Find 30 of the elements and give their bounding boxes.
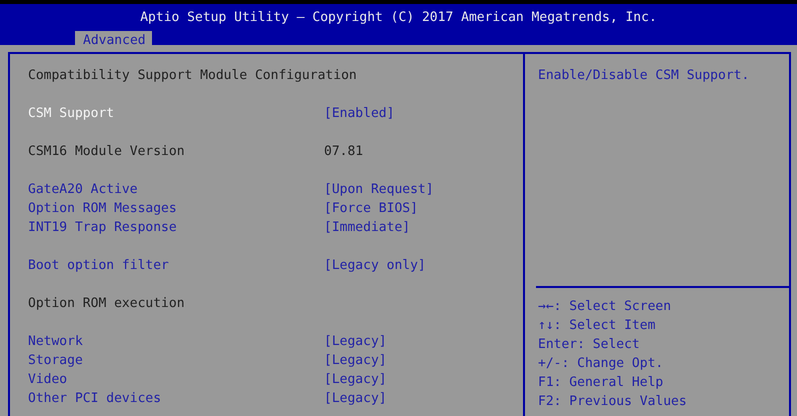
setting-label[interactable]: GateA20 Active (28, 180, 324, 199)
key-hint: F2: Previous Values (538, 393, 688, 411)
setting-label[interactable]: Network (28, 332, 324, 351)
setting-label[interactable]: INT19 Trap Response (28, 218, 324, 237)
help-description: Enable/Disable CSM Support. (538, 67, 750, 85)
setting-label[interactable]: Video (28, 370, 324, 389)
setting-label[interactable]: CSM Support (28, 104, 324, 123)
setting-value[interactable]: [Legacy] (324, 332, 387, 351)
window-title: Aptio Setup Utility – Copyright (C) 2017 American Megatrends, Inc. (139, 9, 658, 25)
setting-value[interactable]: [Legacy] (324, 389, 387, 408)
info-label: CSM16 Module Version (28, 143, 186, 161)
setting-value[interactable]: [Legacy only] (324, 256, 426, 275)
setting-value[interactable]: [Legacy] (324, 351, 387, 370)
setting-value[interactable]: [Enabled] (324, 104, 394, 123)
setting-value[interactable]: [Legacy] (324, 370, 387, 389)
setting-value[interactable]: [Upon Request] (324, 180, 434, 199)
section-heading: Compatibility Support Module Configuration (28, 67, 357, 85)
setting-label[interactable]: Boot option filter (28, 256, 324, 275)
key-hint: ↑↓: Select Item (538, 317, 656, 335)
section-heading: Option ROM execution (28, 295, 185, 313)
key-hint: +/-: Change Opt. (538, 355, 664, 373)
setting-label[interactable]: Other PCI devices (28, 389, 324, 408)
key-hint: F1: General Help (538, 374, 664, 392)
key-hint: Enter: Select (538, 336, 641, 354)
setting-label[interactable]: Storage (28, 351, 324, 370)
setting-value[interactable]: [Force BIOS] (324, 199, 418, 218)
setting-label[interactable]: Option ROM Messages (28, 199, 324, 218)
setting-value[interactable]: [Immediate] (324, 218, 410, 237)
key-hint: →←: Select Screen (538, 298, 672, 316)
info-value: 07.81 (324, 143, 364, 161)
